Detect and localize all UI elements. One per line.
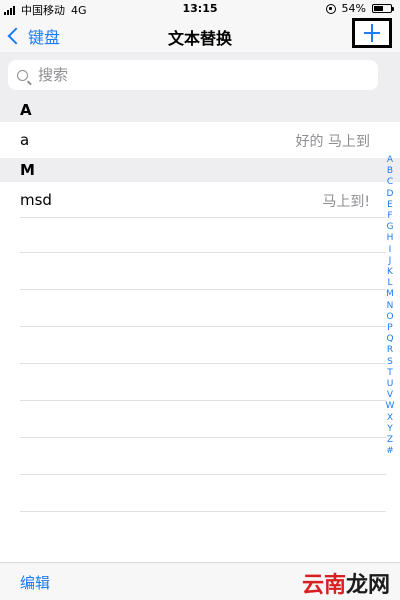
index-letter[interactable]: L xyxy=(387,278,392,289)
row-divider xyxy=(20,326,386,327)
list-item[interactable]: a 好的 马上到 xyxy=(0,122,400,158)
row-divider xyxy=(20,252,386,253)
index-letter[interactable]: M xyxy=(386,289,394,300)
index-letter[interactable]: Y xyxy=(387,424,393,435)
battery-icon xyxy=(372,4,394,13)
row-divider xyxy=(20,474,386,475)
index-letter[interactable]: E xyxy=(387,200,393,211)
index-letter[interactable]: B xyxy=(387,166,393,177)
status-bar: 中国移动 4G 13:15 54% xyxy=(0,0,400,18)
index-letter[interactable]: P xyxy=(387,323,392,334)
row-divider xyxy=(20,289,386,290)
search-input[interactable] xyxy=(36,65,360,85)
row-divider xyxy=(20,400,386,401)
shortcut-text: 马上到! xyxy=(322,194,370,210)
index-letter[interactable]: D xyxy=(387,189,394,200)
phrase-text: msd xyxy=(20,191,52,209)
navigation-bar: 键盘 文本替换 xyxy=(0,18,400,52)
watermark-part1: 云南 xyxy=(301,573,346,598)
rotation-lock-icon xyxy=(325,3,336,14)
empty-rows xyxy=(0,216,400,556)
list-item[interactable]: msd 马上到! xyxy=(0,182,400,218)
index-letter[interactable]: G xyxy=(387,222,394,233)
page-title: 文本替换 xyxy=(167,29,232,48)
index-letter[interactable]: T xyxy=(387,368,393,379)
index-letter[interactable]: V xyxy=(387,390,393,401)
index-letter[interactable]: F xyxy=(387,211,392,222)
edit-button[interactable]: 编辑 xyxy=(20,572,50,593)
shortcut-text: 好的 马上到 xyxy=(295,134,370,150)
status-right: 54% xyxy=(325,2,394,15)
watermark-logo: 云南 龙网 xyxy=(302,567,390,599)
add-button[interactable] xyxy=(352,18,392,48)
battery-percent: 54% xyxy=(341,2,366,15)
index-letter[interactable]: A xyxy=(387,155,393,166)
plus-icon-vertical xyxy=(371,24,373,42)
index-letter[interactable]: X xyxy=(387,413,393,424)
index-letter[interactable]: N xyxy=(387,301,394,312)
search-field[interactable] xyxy=(8,60,378,90)
index-letter[interactable]: Z xyxy=(387,435,393,446)
index-letter[interactable]: H xyxy=(387,233,394,244)
bottom-toolbar: 编辑 云南 龙网 xyxy=(0,562,400,600)
section-header-a: A xyxy=(0,98,400,122)
search-icon xyxy=(17,69,28,81)
index-letter[interactable]: J xyxy=(389,256,392,267)
shortcut-list: A a 好的 马上到 M msd 马上到! xyxy=(0,98,400,218)
section-header-m: M xyxy=(0,158,400,182)
index-letter[interactable]: # xyxy=(386,446,394,457)
index-letter[interactable]: U xyxy=(387,379,394,390)
index-letter[interactable]: S xyxy=(387,357,393,368)
index-letter[interactable]: R xyxy=(387,345,393,356)
index-letter[interactable]: I xyxy=(389,245,392,256)
section-index[interactable]: A B C D E F G H I J K L M N O P Q R S T U V W X Y Z # xyxy=(384,155,396,457)
index-letter[interactable]: C xyxy=(387,177,393,188)
phrase-text: a xyxy=(20,131,30,149)
row-divider xyxy=(20,511,386,512)
row-divider xyxy=(20,363,386,364)
index-letter[interactable]: O xyxy=(386,312,393,323)
watermark-part2: 龙网 xyxy=(345,573,390,598)
search-bar xyxy=(0,52,400,98)
battery-fill xyxy=(374,6,383,11)
index-letter[interactable]: K xyxy=(387,267,393,278)
index-letter[interactable]: Q xyxy=(386,334,393,345)
row-divider xyxy=(20,437,386,438)
index-letter[interactable]: W xyxy=(386,401,395,412)
